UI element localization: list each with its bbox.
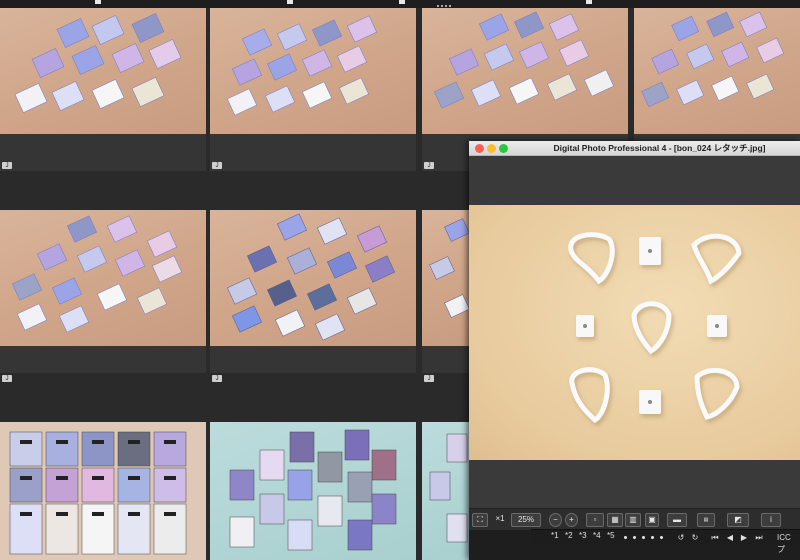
- shirts-photo: [229, 429, 397, 551]
- compare-view-icon[interactable]: ▥: [625, 513, 641, 527]
- rating-1-label: 1: [554, 531, 559, 540]
- zoom-out-button[interactable]: −: [549, 513, 562, 527]
- shirts-photo: [11, 215, 183, 333]
- histogram-icon[interactable]: ▤: [697, 513, 715, 527]
- rating-5-label: 5: [610, 531, 615, 540]
- page-dot: [660, 536, 663, 539]
- shirts-photo: [641, 11, 785, 108]
- thumbnail-image: [422, 210, 469, 346]
- rating-nav-bar: *1 *2 *3 *4 *5 ↺ ↻ ⏮ ◀ ▶ ⏭ ICC プ: [531, 529, 800, 554]
- page-dot: [624, 536, 627, 539]
- zoom-in-button[interactable]: +: [565, 513, 578, 527]
- page-dot: [642, 536, 645, 539]
- thumbnail[interactable]: J: [0, 8, 206, 171]
- shirts-photo: [14, 13, 182, 113]
- window-titlebar[interactable]: Digital Photo Professional 4 - [bon_024 …: [469, 141, 800, 156]
- rating-2-label: 2: [568, 531, 573, 540]
- column-marker: [287, 0, 293, 4]
- close-button[interactable]: [475, 144, 484, 153]
- display-mode-icon[interactable]: ▬: [667, 513, 687, 527]
- previous-image-icon[interactable]: ◀: [724, 532, 736, 544]
- maximize-button[interactable]: [499, 144, 508, 153]
- thumbnail[interactable]: [422, 422, 469, 560]
- rating-5[interactable]: *5: [607, 531, 615, 540]
- file-type-badge: J: [2, 375, 12, 382]
- viewer-toolbar: ⛶ ×1 25% − + ▫ ▦ ▥ ▣ ▬ ▤ ◩ i: [469, 508, 800, 530]
- grid-view-icon[interactable]: ▦: [607, 513, 623, 527]
- fit-to-window-button[interactable]: ⛶: [472, 513, 488, 527]
- rating-4-label: 4: [596, 531, 601, 540]
- top-strip: [0, 0, 800, 8]
- rating-4[interactable]: *4: [593, 531, 601, 540]
- file-type-badge: J: [2, 162, 12, 169]
- rating-3[interactable]: *3: [579, 531, 587, 540]
- shirts-photo: [429, 433, 468, 543]
- rotate-right-icon[interactable]: ↻: [689, 532, 701, 544]
- window-title: Digital Photo Professional 4 - [bon_024 …: [553, 143, 766, 153]
- rating-3-label: 3: [582, 531, 587, 540]
- page-dot: [633, 536, 636, 539]
- color-adjust-icon[interactable]: ◩: [727, 513, 749, 527]
- rating-2[interactable]: *2: [565, 531, 573, 540]
- preview-canvas[interactable]: [469, 205, 800, 460]
- zoom-select[interactable]: 25%: [511, 513, 541, 527]
- thumbnail[interactable]: J: [0, 210, 206, 382]
- file-type-badge: J: [424, 375, 434, 382]
- shirts-photo: [226, 15, 378, 116]
- info-icon[interactable]: i: [761, 513, 781, 527]
- first-image-icon[interactable]: ⏮: [709, 532, 721, 544]
- zoom-value: 25%: [517, 515, 534, 524]
- rotate-left-icon[interactable]: ↺: [675, 532, 687, 544]
- actual-size-button[interactable]: ×1: [491, 513, 509, 527]
- thumbnail-image: [0, 8, 206, 134]
- thumbnail-image: [634, 8, 800, 134]
- next-image-icon[interactable]: ▶: [738, 532, 750, 544]
- resize-grip[interactable]: [437, 5, 451, 7]
- thumbnail-image: [0, 210, 206, 346]
- thumbnail[interactable]: [210, 422, 416, 560]
- thumbnail-image: [422, 422, 469, 560]
- canvas-margin-bottom: [469, 460, 800, 508]
- last-image-icon[interactable]: ⏭: [753, 532, 765, 544]
- collars-photo: [568, 232, 742, 424]
- rating-1[interactable]: *1: [551, 531, 559, 540]
- shirts-photo: [433, 11, 615, 109]
- thumbnail[interactable]: J: [210, 8, 416, 171]
- file-type-badge: J: [212, 162, 222, 169]
- shirts-photo: [226, 213, 396, 341]
- thumbnail-image: [210, 210, 416, 346]
- file-type-badge: J: [212, 375, 222, 382]
- column-marker: [399, 0, 405, 4]
- crop-icon[interactable]: ▫: [586, 513, 604, 527]
- thumbnail[interactable]: J: [210, 210, 416, 382]
- save-icon[interactable]: ▣: [645, 513, 659, 527]
- page-dot: [651, 536, 654, 539]
- image-viewer-window: Digital Photo Professional 4 - [bon_024 …: [469, 141, 800, 560]
- thumbnail-image: [210, 8, 416, 134]
- file-type-badge: J: [424, 162, 434, 169]
- thumbnail[interactable]: [0, 422, 206, 560]
- thumbnail-image: [0, 422, 206, 560]
- thumbnail-image: [210, 422, 416, 560]
- minimize-button[interactable]: [487, 144, 496, 153]
- thumbnail-image: [422, 8, 628, 134]
- canvas-margin-top: [469, 156, 800, 205]
- thumbnail[interactable]: J: [422, 210, 469, 382]
- shirts-photo: [429, 218, 469, 318]
- shirts-photo: [9, 431, 187, 555]
- icc-profile-label: ICC プ: [777, 533, 791, 554]
- column-marker: [95, 0, 101, 4]
- column-marker: [586, 0, 592, 4]
